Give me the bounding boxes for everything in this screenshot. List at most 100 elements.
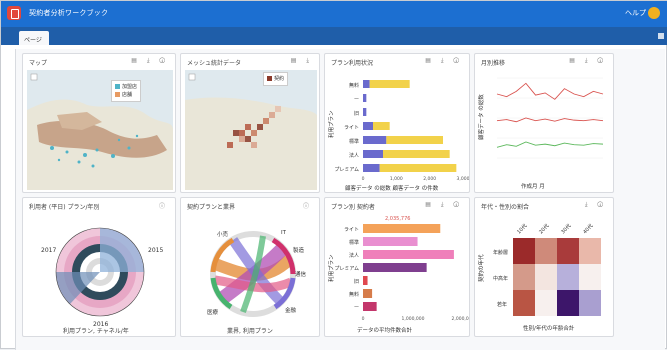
ranking-bar-chart[interactable]: 利用プラン2,035,776ライト標準法人プレミアム旧無料ー0 1,000,000… — [325, 212, 470, 337]
tick-label: 2,000 — [423, 176, 436, 182]
app-logo-icon — [7, 6, 21, 20]
year-label: 2017 — [41, 247, 56, 254]
bar — [363, 122, 373, 130]
x-axis-label: 性別/年代の年齢合計 — [523, 324, 575, 332]
legend-item: 契約 — [274, 76, 285, 82]
bar — [373, 122, 390, 130]
chord-label: 通信 — [295, 270, 307, 278]
chord-label: 医療 — [207, 308, 219, 316]
category-label: 法人 — [349, 152, 359, 159]
map-legend[interactable]: 加盟店 店舗 — [111, 80, 142, 102]
help-link[interactable]: ヘルプ — [625, 8, 646, 18]
user-avatar[interactable] — [648, 7, 660, 19]
chord-label: 小売 — [217, 230, 229, 238]
heatmap-cells — [513, 238, 601, 316]
heatmap-card: 年代・性別の割合 ⤓ ⓘ 契約の年代 年齢層 中高年 若年 10代 20代 30… — [474, 197, 614, 337]
card-toolbar-icons[interactable]: ▤ ⤓ — [291, 57, 313, 65]
category-label: 旧 — [354, 110, 359, 117]
bar — [363, 224, 441, 233]
card-title: メッシュ統計データ — [187, 60, 242, 67]
bar — [363, 237, 418, 246]
card-toolbar-icons[interactable]: ▤ ⤓ ⓘ — [131, 57, 169, 65]
legend-item: 店舗 — [122, 92, 133, 98]
bar — [363, 108, 367, 116]
category-label: プレミアム — [334, 266, 359, 272]
bar — [383, 150, 450, 158]
category-label: 標準 — [349, 138, 359, 145]
bar — [363, 289, 373, 298]
bar — [363, 150, 383, 158]
card-toolbar-icons[interactable]: ⤓ ⓘ — [585, 201, 607, 209]
card-title: プラン利用状況 — [331, 60, 374, 67]
tick-label: 2,000,000 — [452, 316, 470, 322]
series-line — [496, 117, 604, 123]
x-axis-label: データの平均件数合計 — [357, 326, 413, 334]
mesh-map-view[interactable] — [185, 70, 317, 190]
category-label: 旧 — [354, 278, 359, 285]
bar — [363, 263, 427, 272]
category-label: 法人 — [349, 252, 359, 259]
card-title: 年代・性別の割合 — [481, 204, 530, 211]
mesh-legend[interactable]: 契約 — [263, 72, 289, 86]
chord-card: 契約プランと業界 ⓘ 小売 IT 製造 通信 金融 医療 業界, 利用プラン — [180, 197, 320, 337]
monthly-card: 月別推移 ▤ ⤓ ⓘ 顧客データ の総数 作成月 月 — [474, 53, 614, 193]
category-label: 標準 — [349, 239, 359, 246]
heatmap-col-label: 30代 — [559, 222, 572, 235]
card-toolbar-icons[interactable]: ▤ ⤓ ⓘ — [425, 201, 463, 209]
app-frame: 契約者分析ワークブック ヘルプ ページ マップ ▤ ⤓ ⓘ 加盟店 店舗 メッシ… — [0, 0, 667, 350]
card-toolbar-icons[interactable]: ▤ ⤓ ⓘ — [425, 57, 463, 65]
y-axis-label: 顧客データ の総数 — [477, 94, 485, 140]
chord-label: 製造 — [293, 246, 305, 254]
sunburst-chart[interactable]: 2017 2015 2016 — [23, 212, 176, 337]
heatmap-row-label: 年齢層 — [493, 249, 508, 256]
tick-label: 0 — [362, 176, 365, 182]
bar — [379, 164, 457, 172]
x-axis-label: 顧客データ の総数 顧客データ の件数 — [345, 184, 439, 192]
bar — [363, 94, 367, 102]
tab-page-1[interactable]: ページ — [19, 31, 49, 45]
dashboard-canvas: マップ ▤ ⤓ ⓘ 加盟店 店舗 メッシュ統計データ ▤ ⤓ 契約 プラン利用状… — [15, 49, 665, 350]
tab-bar: ページ — [1, 27, 667, 45]
x-axis-label: 利用プラン, チャネル/年 — [63, 328, 129, 335]
bar — [363, 276, 368, 285]
card-toolbar-icons[interactable]: ⓘ — [303, 201, 313, 210]
expand-icon[interactable] — [658, 33, 664, 39]
tick-label: 1,000,000 — [402, 316, 425, 322]
card-title: マップ — [29, 60, 48, 67]
bar — [369, 80, 410, 88]
series-line — [496, 141, 604, 148]
heatmap-col-label: 20代 — [537, 222, 550, 235]
x-axis-label: 作成月 月 — [521, 182, 545, 190]
category-label: ライト — [344, 227, 359, 233]
heatmap-row-label: 若年 — [497, 301, 507, 308]
value-label: 2,035,776 — [385, 216, 410, 222]
card-toolbar-icons[interactable]: ⓘ — [159, 201, 169, 210]
category-label: 無料 — [349, 82, 359, 89]
category-label: プレミアム — [334, 167, 359, 173]
category-label: ー — [354, 97, 359, 103]
category-label: ー — [354, 305, 359, 311]
y-axis-label: 契約の年代 — [477, 254, 485, 282]
heatmap-chart[interactable]: 契約の年代 年齢層 中高年 若年 10代 20代 30代 40代 性別/年代の年… — [475, 212, 614, 337]
bar — [363, 136, 387, 144]
series-line — [496, 82, 604, 100]
card-toolbar-icons[interactable]: ▤ ⤓ ⓘ — [569, 57, 607, 65]
bar — [386, 136, 443, 144]
map-view[interactable] — [27, 70, 173, 190]
sunburst-card: 利用者 (平日) プラン/年別 ⓘ 2017 2015 2016 利用プラン, … — [22, 197, 176, 337]
chord-label: IT — [281, 230, 287, 236]
mesh-map-card: メッシュ統計データ ▤ ⤓ 契約 — [180, 53, 320, 193]
map-card: マップ ▤ ⤓ ⓘ 加盟店 店舗 — [22, 53, 176, 193]
category-label: 無料 — [349, 291, 359, 298]
app-title: 契約者分析ワークブック — [29, 9, 109, 17]
bar — [363, 80, 370, 88]
tick-label: 3,000 — [457, 176, 470, 182]
plan-usage-card: プラン利用状況 ▤ ⤓ ⓘ 利用プラン 無料ー旧ライト 標準 法人 プレミアム 0 1,00… — [324, 53, 470, 193]
card-title: 利用者 (平日) プラン/年別 — [29, 204, 100, 211]
ranking-card: プラン別 契約者 ▤ ⤓ ⓘ 利用プラン 2,035,776 ライト 標準 法人 プレミア… — [324, 197, 470, 337]
x-axis-label: 業界, 利用プラン — [227, 328, 273, 335]
chord-chart[interactable]: 小売 IT 製造 通信 金融 医療 — [181, 212, 320, 337]
card-title: プラン別 契約者 — [331, 204, 375, 211]
monthly-line-chart[interactable]: 顧客データ の総数作成月 月 — [475, 68, 614, 193]
plan-bar-chart[interactable]: 利用プラン 無料ー旧ライト標準法人プレミアム0 1,000 2,000 3,000 顧客デ… — [325, 68, 470, 193]
